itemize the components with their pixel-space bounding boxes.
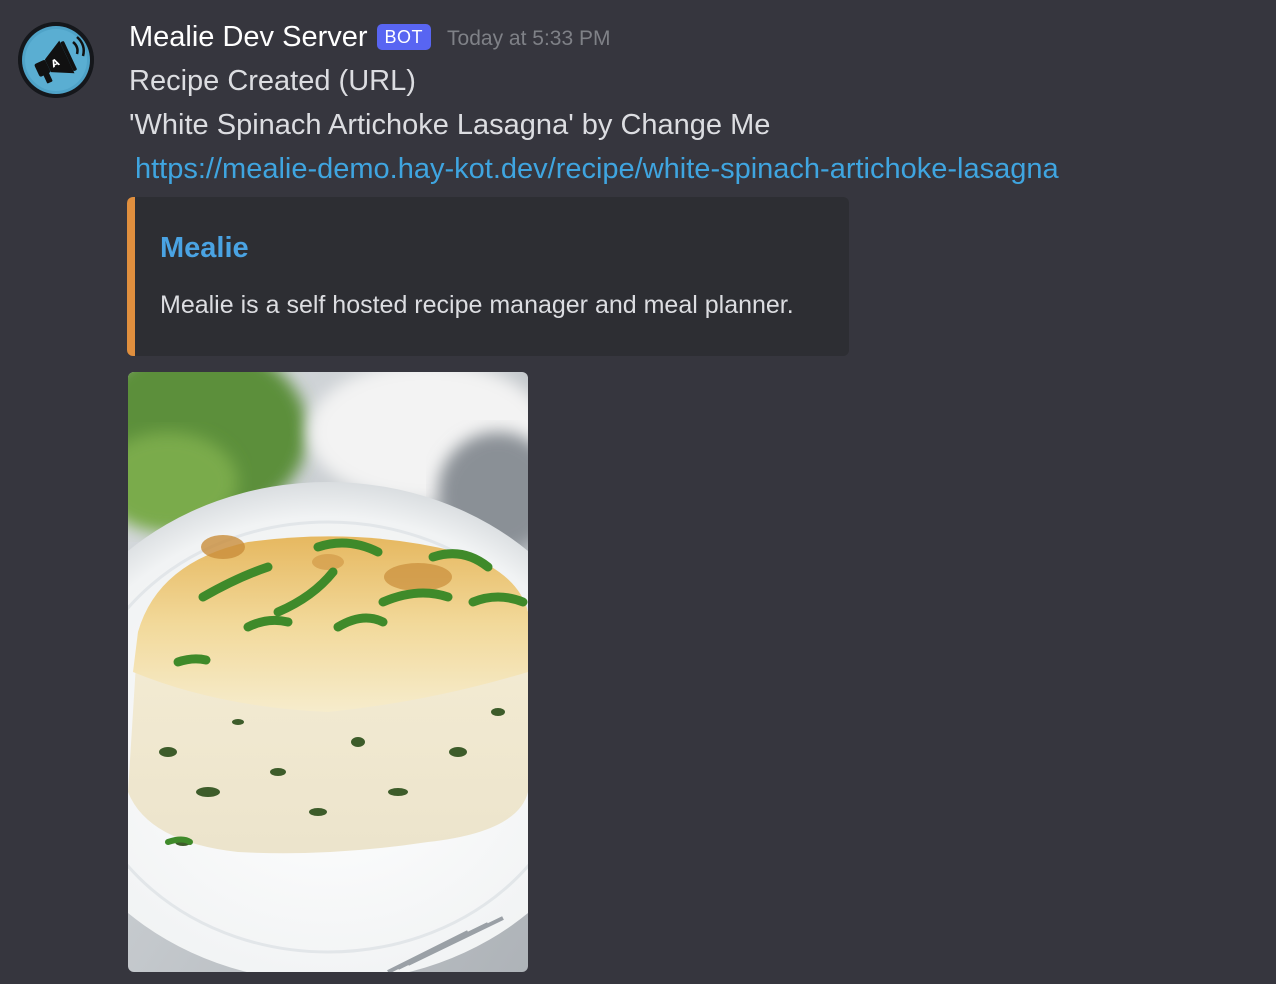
message-header: Mealie Dev Server BOT Today at 5:33 PM bbox=[129, 19, 610, 55]
bot-badge: BOT bbox=[376, 24, 432, 50]
lasagna-photo bbox=[128, 372, 528, 972]
avatar[interactable]: A bbox=[18, 22, 94, 98]
link-embed: Mealie Mealie is a self hosted recipe ma… bbox=[127, 197, 849, 356]
embed-accent-bar bbox=[127, 197, 135, 356]
embed-description: Mealie is a self hosted recipe manager a… bbox=[160, 291, 794, 319]
megaphone-icon: A bbox=[18, 22, 94, 98]
message-line-title: Recipe Created (URL) bbox=[129, 65, 416, 97]
recipe-image[interactable] bbox=[128, 372, 528, 972]
message-timestamp[interactable]: Today at 5:33 PM bbox=[447, 24, 610, 54]
embed-title[interactable]: Mealie bbox=[160, 230, 249, 266]
username[interactable]: Mealie Dev Server bbox=[129, 19, 368, 55]
recipe-link[interactable]: https://mealie-demo.hay-kot.dev/recipe/w… bbox=[135, 151, 1059, 187]
message-line-recipe: 'White Spinach Artichoke Lasagna' by Cha… bbox=[129, 109, 771, 141]
chat-message: A Mealie Dev Server BOT Today at 5:33 PM… bbox=[0, 0, 1276, 984]
